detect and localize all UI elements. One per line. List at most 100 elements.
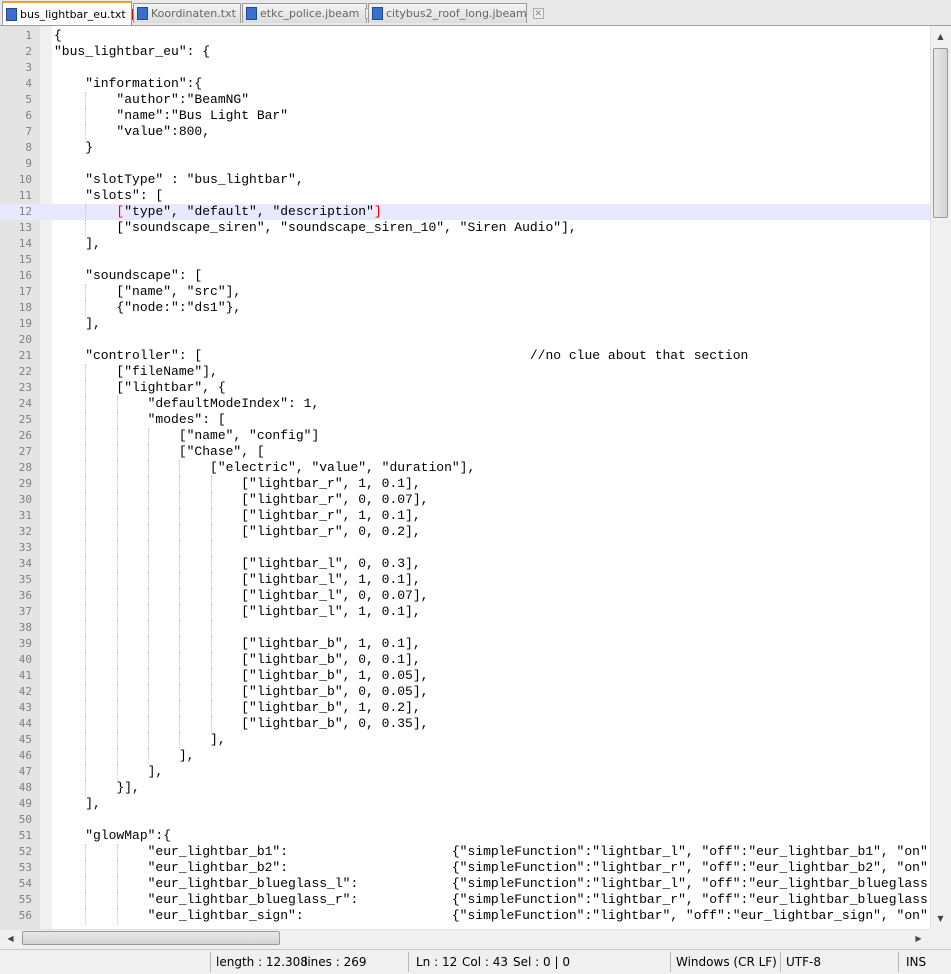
- indent-guide: [147, 588, 149, 604]
- code-line[interactable]: 21 "controller": [ //no clue about that …: [0, 348, 930, 364]
- indent-guide: [116, 732, 118, 748]
- code-line[interactable]: 39 ["lightbar_b", 1, 0.1],: [0, 636, 930, 652]
- code-line[interactable]: 51 "glowMap":{: [0, 828, 930, 844]
- indent-guide: [179, 652, 181, 668]
- code-line[interactable]: 56 "eur_lightbar_sign": {"simpleFunction…: [0, 908, 930, 924]
- indent-guide: [116, 524, 118, 540]
- code-line[interactable]: 43 ["lightbar_b", 1, 0.2],: [0, 700, 930, 716]
- code-line[interactable]: 9: [0, 156, 930, 172]
- code-line[interactable]: 18 {"node:":"ds1"},: [0, 300, 930, 316]
- code-line[interactable]: 26 ["name", "config"]: [0, 428, 930, 444]
- code-line[interactable]: 31 ["lightbar_r", 1, 0.1],: [0, 508, 930, 524]
- code-line[interactable]: 54 "eur_lightbar_blueglass_l": {"simpleF…: [0, 876, 930, 892]
- horizontal-scroll-thumb[interactable]: [22, 931, 280, 945]
- scroll-right-icon[interactable]: ▶: [910, 930, 927, 947]
- horizontal-scrollbar[interactable]: ◀ ▶: [0, 929, 930, 946]
- code-line[interactable]: 45 ],: [0, 732, 930, 748]
- code-line[interactable]: 13 ["soundscape_siren", "soundscape_sire…: [0, 220, 930, 236]
- matched-brace: [: [116, 204, 125, 219]
- vertical-scroll-thumb[interactable]: [933, 48, 948, 218]
- indent-guide: [116, 636, 118, 652]
- code-line[interactable]: 27 ["Chase", [: [0, 444, 930, 460]
- code-line[interactable]: 35 ["lightbar_l", 1, 0.1],: [0, 572, 930, 588]
- code-line[interactable]: 20: [0, 332, 930, 348]
- code-line[interactable]: 41 ["lightbar_b", 1, 0.05],: [0, 668, 930, 684]
- code-text: "information":{: [54, 76, 203, 91]
- indent-guide: [116, 556, 118, 572]
- indent-guide: [85, 780, 87, 796]
- code-line[interactable]: 46 ],: [0, 748, 930, 764]
- code-line[interactable]: 10 "slotType" : "bus_lightbar",: [0, 172, 930, 188]
- indent-guide: [85, 844, 87, 860]
- code-line[interactable]: 25 "modes": [: [0, 412, 930, 428]
- tab-koordinaten[interactable]: Koordinaten.txt ✕: [133, 3, 253, 23]
- code-line[interactable]: 11 "slots": [: [0, 188, 930, 204]
- code-line[interactable]: 48 }],: [0, 780, 930, 796]
- code-line[interactable]: 19 ],: [0, 316, 930, 332]
- code-line[interactable]: 29 ["lightbar_r", 1, 0.1],: [0, 476, 930, 492]
- code-editor[interactable]: 1{2 "bus_lightbar_eu": {3 4 "information":…: [0, 26, 951, 929]
- indent-guide: [179, 460, 181, 476]
- close-icon[interactable]: ✕: [532, 8, 544, 19]
- code-line[interactable]: 2 "bus_lightbar_eu": {: [0, 44, 930, 60]
- indent-guide: [116, 876, 118, 892]
- code-line[interactable]: 14 ],: [0, 236, 930, 252]
- code-line[interactable]: 36 ["lightbar_l", 0, 0.07],: [0, 588, 930, 604]
- line-number: 19: [18, 317, 32, 330]
- code-line[interactable]: 44 ["lightbar_b", 0, 0.35],: [0, 716, 930, 732]
- indent-guide: [85, 636, 87, 652]
- status-separator: [780, 952, 781, 972]
- vertical-scrollbar[interactable]: ▲ ▼: [930, 26, 951, 929]
- code-line[interactable]: 7 "value":800,: [0, 124, 930, 140]
- status-insert-mode[interactable]: INS: [906, 954, 926, 970]
- code-line[interactable]: 52 "eur_lightbar_b1": {"simpleFunction":…: [0, 844, 930, 860]
- code-line[interactable]: 1{: [0, 28, 930, 44]
- code-line[interactable]: 47 ],: [0, 764, 930, 780]
- code-line[interactable]: 12 ["type", "default", "description"]: [0, 204, 930, 220]
- code-text: "eur_lightbar_blueglass_r": {"simpleFunc…: [54, 892, 928, 907]
- code-text: "controller": [ //no clue about that sec…: [54, 348, 749, 363]
- code-line[interactable]: 32 ["lightbar_r", 0, 0.2],: [0, 524, 930, 540]
- line-number: 48: [18, 781, 32, 794]
- code-line[interactable]: 28 ["electric", "value", "duration"],: [0, 460, 930, 476]
- scroll-down-icon[interactable]: ▼: [932, 910, 949, 927]
- indent-guide: [85, 444, 87, 460]
- status-eol-format[interactable]: Windows (CR LF): [676, 954, 777, 970]
- code-line[interactable]: 6 "name":"Bus Light Bar": [0, 108, 930, 124]
- code-line[interactable]: 34 ["lightbar_l", 0, 0.3],: [0, 556, 930, 572]
- code-line[interactable]: 49 ],: [0, 796, 930, 812]
- code-line[interactable]: 38: [0, 620, 930, 636]
- code-line[interactable]: 42 ["lightbar_b", 0, 0.05],: [0, 684, 930, 700]
- code-line[interactable]: 16 "soundscape": [: [0, 268, 930, 284]
- code-line[interactable]: 3: [0, 60, 930, 76]
- indent-guide: [85, 684, 87, 700]
- code-line[interactable]: 55 "eur_lightbar_blueglass_r": {"simpleF…: [0, 892, 930, 908]
- line-number: 33: [18, 541, 32, 554]
- scroll-up-icon[interactable]: ▲: [932, 28, 949, 45]
- code-line[interactable]: 37 ["lightbar_l", 1, 0.1],: [0, 604, 930, 620]
- tab-bus-lightbar-eu[interactable]: bus_lightbar_eu.txt ✕: [2, 1, 143, 25]
- scroll-left-icon[interactable]: ◀: [2, 930, 19, 947]
- code-line[interactable]: 4 "information":{: [0, 76, 930, 92]
- code-line[interactable]: 8 }: [0, 140, 930, 156]
- tab-citybus2-roof-long[interactable]: citybus2_roof_long.jbeam ✕: [368, 3, 544, 23]
- code-line[interactable]: 15: [0, 252, 930, 268]
- code-line[interactable]: 17 ["name", "src"],: [0, 284, 930, 300]
- code-line[interactable]: 33: [0, 540, 930, 556]
- code-text: ["lightbar_l", 1, 0.1],: [54, 604, 421, 619]
- code-text: "eur_lightbar_blueglass_l": {"simpleFunc…: [54, 876, 928, 891]
- code-text: "value":800,: [54, 124, 211, 139]
- code-line[interactable]: 50: [0, 812, 930, 828]
- code-line[interactable]: 30 ["lightbar_r", 0, 0.07],: [0, 492, 930, 508]
- code-line[interactable]: 5 "author":"BeamNG": [0, 92, 930, 108]
- indent-guide: [116, 508, 118, 524]
- status-encoding[interactable]: UTF-8: [786, 954, 821, 970]
- file-icon: [6, 7, 17, 21]
- code-line[interactable]: 53 "eur_lightbar_b2": {"simpleFunction":…: [0, 860, 930, 876]
- line-number: 17: [18, 285, 32, 298]
- code-line[interactable]: 23 ["lightbar", {: [0, 380, 930, 396]
- code-line[interactable]: 22 ["fileName"],: [0, 364, 930, 380]
- tab-etkc-police[interactable]: etkc_police.jbeam ✕: [242, 3, 377, 23]
- code-line[interactable]: 40 ["lightbar_b", 0, 0.1],: [0, 652, 930, 668]
- code-line[interactable]: 24 "defaultModeIndex": 1,: [0, 396, 930, 412]
